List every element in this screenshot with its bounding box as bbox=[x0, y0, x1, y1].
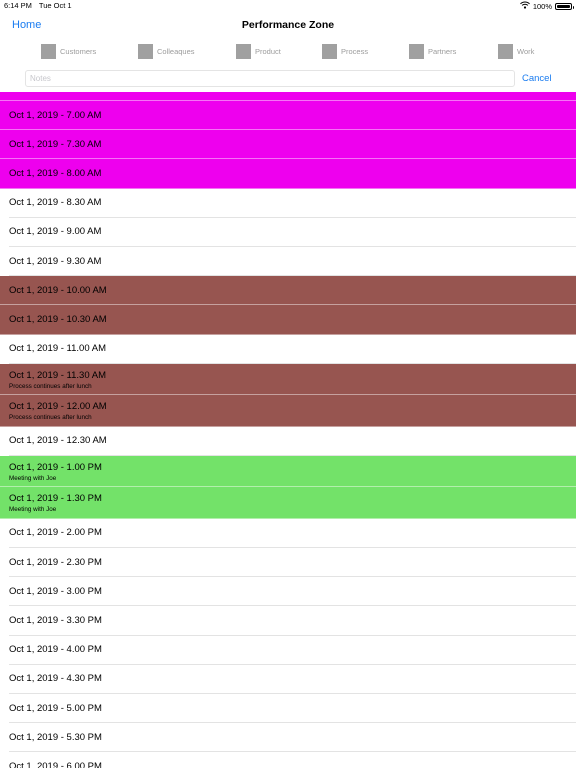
time-slot-row[interactable]: Oct 1, 2019 - 3.00 PM bbox=[0, 577, 576, 607]
checkbox-icon[interactable] bbox=[236, 44, 251, 59]
time-slot-note: Process continues after lunch bbox=[9, 414, 92, 422]
time-slot-note: Meeting with Joe bbox=[9, 474, 57, 482]
filter-product[interactable]: Product bbox=[236, 44, 281, 59]
time-slot-row[interactable]: Oct 1, 2019 - 2.00 PM bbox=[0, 519, 576, 549]
navigation-bar: Performance Zone Home bbox=[0, 12, 576, 40]
filter-label: Process bbox=[341, 47, 369, 56]
filter-label: Product bbox=[255, 47, 281, 56]
time-slot-row[interactable]: Oct 1, 2019 - 10.00 AM bbox=[0, 276, 576, 306]
time-slot-row[interactable]: Oct 1, 2019 - 9.30 AM bbox=[0, 247, 576, 277]
time-slot-row[interactable]: Oct 1, 2019 - 2.30 PM bbox=[0, 548, 576, 578]
checkbox-icon[interactable] bbox=[138, 44, 153, 59]
category-filter-row: Customers Colleaques Product Process Par… bbox=[0, 44, 576, 62]
page-title: Performance Zone bbox=[241, 19, 335, 31]
time-slot-title: Oct 1, 2019 - 11.00 AM bbox=[9, 343, 106, 355]
time-slot-title: Oct 1, 2019 - 7.30 AM bbox=[9, 138, 102, 150]
time-slot-row[interactable]: Oct 1, 2019 - 8.30 AM bbox=[0, 189, 576, 218]
status-date: Tue Oct 1 bbox=[38, 1, 72, 10]
time-slot-row[interactable]: Oct 1, 2019 - 12.00 AM Process continues … bbox=[0, 395, 576, 427]
status-bar: 6:14 PM Tue Oct 1 100% bbox=[0, 0, 576, 12]
time-slot-row[interactable]: Oct 1, 2019 - 7.00 AM bbox=[0, 101, 576, 131]
time-slot-title: Oct 1, 2019 - 12.30 AM bbox=[9, 435, 107, 447]
time-slot-title: Oct 1, 2019 - 5.00 PM bbox=[9, 702, 102, 714]
time-slot-title: Oct 1, 2019 - 8.00 AM bbox=[9, 167, 102, 179]
time-slot-row[interactable]: Oct 1, 2019 - 7.30 AM bbox=[0, 130, 576, 160]
checkbox-icon[interactable] bbox=[498, 44, 513, 59]
time-slot-title: Oct 1, 2019 - 6.00 PM bbox=[9, 760, 102, 768]
filter-customers[interactable]: Customers bbox=[41, 44, 96, 59]
time-slot-title: Oct 1, 2019 - 9.30 AM bbox=[9, 255, 102, 267]
battery-percent: 100% bbox=[532, 1, 552, 11]
time-slot-row[interactable]: Oct 1, 2019 - 11.00 AM bbox=[0, 335, 576, 364]
wifi-icon bbox=[519, 1, 530, 11]
time-slot-note: Meeting with Joe bbox=[9, 506, 57, 514]
status-time: 6:14 PM bbox=[4, 1, 32, 10]
time-slot-title: Oct 1, 2019 - 4.00 PM bbox=[9, 644, 102, 656]
time-slot-title: Oct 1, 2019 - 8.30 AM bbox=[9, 197, 102, 209]
time-slot-note: Process continues after lunch bbox=[9, 382, 92, 390]
time-slot-title: Oct 1, 2019 - 11.30 AM bbox=[9, 369, 106, 381]
time-slot-row[interactable]: Oct 1, 2019 - 3.30 PM bbox=[0, 606, 576, 636]
filter-label: Colleaques bbox=[157, 47, 195, 56]
time-slot-row[interactable]: Oct 1, 2019 - 6.00 PM bbox=[0, 752, 576, 768]
checkbox-icon[interactable] bbox=[322, 44, 337, 59]
time-slot-title: Oct 1, 2019 - 10.30 AM bbox=[9, 313, 107, 325]
time-slot-title: Oct 1, 2019 - 3.30 PM bbox=[9, 614, 102, 626]
filter-label: Work bbox=[517, 47, 535, 56]
time-slot-title: Oct 1, 2019 - 7.00 AM bbox=[9, 109, 102, 121]
filter-colleaques[interactable]: Colleaques bbox=[138, 44, 195, 59]
time-slot-row[interactable]: Oct 1, 2019 - 1.30 PM Meeting with Joe bbox=[0, 487, 576, 519]
time-slot-row[interactable]: Oct 1, 2019 - 11.30 AM Process continues … bbox=[0, 363, 576, 396]
battery-icon bbox=[555, 2, 574, 10]
time-slot-row[interactable]: Oct 1, 2019 - 4.30 PM bbox=[0, 665, 576, 694]
time-slot-row[interactable]: Oct 1, 2019 - 1.00 PM Meeting with Joe bbox=[0, 455, 576, 488]
time-slot-title: Oct 1, 2019 - 9.00 AM bbox=[9, 226, 102, 238]
filter-partners[interactable]: Partners bbox=[409, 44, 456, 59]
status-left: 6:14 PM Tue Oct 1 bbox=[4, 1, 77, 10]
filter-work[interactable]: Work bbox=[498, 44, 534, 59]
time-slot-row[interactable]: Oct 1, 2019 - 10.30 AM bbox=[0, 305, 576, 335]
time-slot-title: Oct 1, 2019 - 3.00 PM bbox=[9, 585, 102, 597]
time-slot-row[interactable]: Oct 1, 2019 - 5.00 PM bbox=[0, 694, 576, 724]
status-right: 100% bbox=[519, 1, 574, 11]
time-slot-row bbox=[0, 92, 576, 101]
time-slot-title: Oct 1, 2019 - 2.30 PM bbox=[9, 556, 102, 568]
cancel-button[interactable]: Cancel bbox=[522, 73, 552, 84]
time-slot-row[interactable]: Oct 1, 2019 - 4.00 PM bbox=[0, 636, 576, 665]
filter-process[interactable]: Process bbox=[322, 44, 368, 59]
time-slot-title: Oct 1, 2019 - 4.30 PM bbox=[9, 673, 102, 685]
home-button[interactable]: Home bbox=[12, 19, 41, 31]
time-slot-title: Oct 1, 2019 - 1.00 PM bbox=[9, 461, 102, 473]
time-slot-row[interactable]: Oct 1, 2019 - 12.30 AM bbox=[0, 427, 576, 456]
filter-label: Customers bbox=[60, 47, 97, 56]
notes-input[interactable] bbox=[25, 70, 515, 87]
time-slot-title: Oct 1, 2019 - 1.30 PM bbox=[9, 493, 102, 505]
filter-label: Partners bbox=[428, 47, 457, 56]
time-slot-row[interactable]: Oct 1, 2019 - 8.00 AM bbox=[0, 159, 576, 189]
time-slot-title: Oct 1, 2019 - 10.00 AM bbox=[9, 284, 107, 296]
time-slot-row[interactable]: Oct 1, 2019 - 9.00 AM bbox=[0, 218, 576, 247]
time-slot-title: Oct 1, 2019 - 12.00 AM bbox=[9, 401, 107, 413]
time-slot-list[interactable]: Oct 1, 2019 - 7.00 AM Oct 1, 2019 - 7.30 … bbox=[0, 92, 576, 768]
time-slot-row[interactable]: Oct 1, 2019 - 5.30 PM bbox=[0, 723, 576, 753]
time-slot-title: Oct 1, 2019 - 2.00 PM bbox=[9, 527, 102, 539]
time-slot-title: Oct 1, 2019 - 5.30 PM bbox=[9, 731, 102, 743]
checkbox-icon[interactable] bbox=[409, 44, 424, 59]
checkbox-icon[interactable] bbox=[41, 44, 56, 59]
